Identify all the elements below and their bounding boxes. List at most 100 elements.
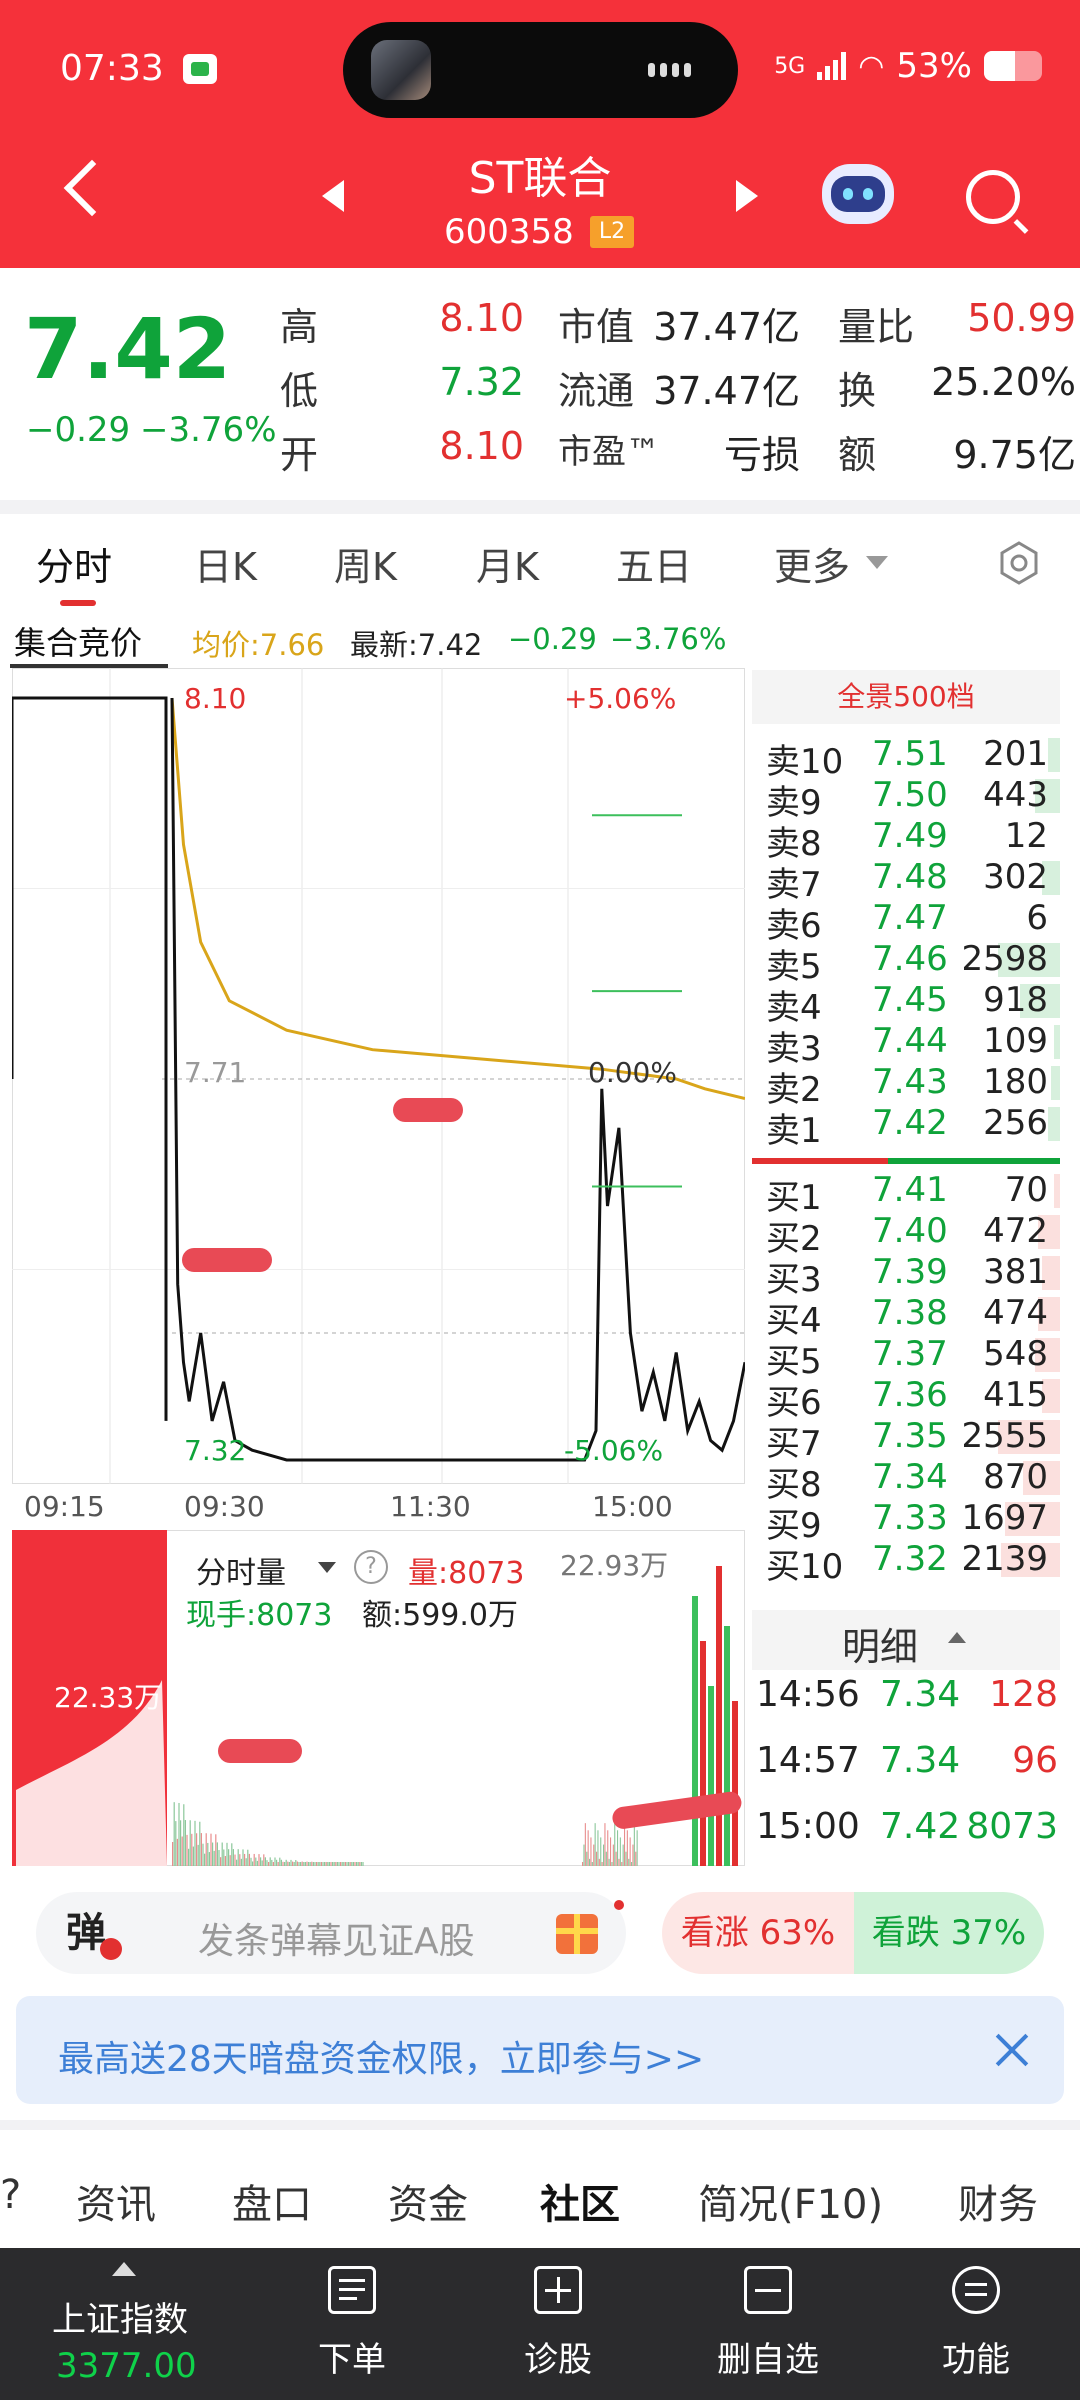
promo-banner-text[interactable]: 最高送28天暗盘资金权限，立即参与>> bbox=[58, 2030, 704, 2082]
tab-community[interactable]: 社区 bbox=[540, 2172, 620, 2230]
time-label-1130: 11:30 bbox=[390, 1490, 471, 1523]
buy-row[interactable]: 买9 7.33 1697 bbox=[752, 1498, 1060, 1546]
volume-bar bbox=[359, 1862, 361, 1866]
volume-bar bbox=[184, 1820, 186, 1866]
redaction-mark bbox=[182, 1248, 272, 1272]
volume-bar bbox=[317, 1862, 319, 1866]
tab-intraday[interactable]: 分时 bbox=[36, 536, 112, 591]
chevron-up-icon[interactable] bbox=[112, 2262, 136, 2276]
robot-assistant-icon[interactable] bbox=[822, 164, 894, 224]
diagnose-button[interactable]: 诊股 bbox=[468, 2332, 648, 2381]
tab-funds[interactable]: 资金 bbox=[388, 2172, 468, 2230]
volume-bar bbox=[316, 1862, 318, 1866]
tab-order-book[interactable]: 盘口 bbox=[232, 2172, 312, 2230]
sell-volume: 918 bbox=[983, 980, 1048, 1020]
volume-bar bbox=[199, 1821, 201, 1866]
network-type: 5G bbox=[774, 53, 806, 79]
high-label: 高 bbox=[280, 305, 319, 349]
price-change: −0.29 bbox=[26, 410, 131, 450]
sell-row[interactable]: 卖9 7.50 443 bbox=[752, 775, 1060, 823]
volume-bar bbox=[333, 1862, 335, 1866]
volume-bar bbox=[304, 1862, 306, 1866]
volume-bar bbox=[181, 1836, 183, 1866]
volume-title[interactable]: 分时量 bbox=[196, 1548, 286, 1592]
sell-row[interactable]: 卖3 7.44 109 bbox=[752, 1021, 1060, 1069]
time-label-0930: 09:30 bbox=[184, 1490, 265, 1523]
index-name[interactable]: 上证指数 bbox=[52, 2292, 188, 2341]
close-icon[interactable] bbox=[994, 2032, 1030, 2068]
help-icon[interactable]: ? bbox=[354, 1550, 388, 1584]
tab-monthly-k[interactable]: 月K bbox=[476, 536, 539, 591]
tab-finance[interactable]: 财务 bbox=[958, 2172, 1038, 2230]
vote-down-button[interactable]: 看跌 37% bbox=[854, 1892, 1044, 1974]
orderbook-title[interactable]: 全景500档 bbox=[752, 670, 1060, 724]
settings-hex-icon[interactable] bbox=[996, 540, 1042, 586]
menu-icon[interactable] bbox=[952, 2266, 1000, 2314]
sell-volume-bar bbox=[1050, 1066, 1060, 1100]
volume-bar bbox=[240, 1858, 242, 1866]
tab-profile[interactable]: 简况(F10) bbox=[698, 2172, 883, 2230]
sell-row[interactable]: 卖4 7.45 918 bbox=[752, 980, 1060, 1028]
next-stock-icon[interactable] bbox=[736, 180, 758, 212]
volume-bar bbox=[207, 1842, 209, 1866]
tab-daily-k[interactable]: 日K bbox=[194, 536, 257, 591]
prev-stock-icon[interactable] bbox=[322, 180, 344, 212]
volume-bar bbox=[311, 1861, 313, 1866]
volume-bar bbox=[344, 1862, 346, 1866]
time-label-0915: 09:15 bbox=[24, 1490, 105, 1523]
volume-bar bbox=[617, 1830, 619, 1866]
volume-bar bbox=[277, 1862, 279, 1866]
buy-row[interactable]: 买7 7.35 2555 bbox=[752, 1416, 1060, 1464]
remove-watchlist-icon[interactable] bbox=[744, 2266, 792, 2314]
gift-icon[interactable] bbox=[556, 1914, 598, 1954]
amount-label: 额 bbox=[838, 433, 877, 477]
buy-row[interactable]: 买1 7.41 70 bbox=[752, 1170, 1060, 1218]
detail-header[interactable]: 明细 bbox=[752, 1610, 1060, 1670]
sell-row[interactable]: 卖10 7.51 201 bbox=[752, 734, 1060, 782]
sell-volume: 443 bbox=[983, 775, 1048, 815]
buy-row[interactable]: 买10 7.32 2139 bbox=[752, 1539, 1060, 1587]
danmu-placeholder[interactable]: 发条弹幕见证A股 bbox=[198, 1912, 475, 1964]
buy-row[interactable]: 买5 7.37 548 bbox=[752, 1334, 1060, 1382]
danmu-check-icon bbox=[100, 1938, 122, 1960]
sell-row[interactable]: 卖7 7.48 302 bbox=[752, 857, 1060, 905]
volume-bar bbox=[314, 1862, 316, 1866]
tab-weekly-k[interactable]: 周K bbox=[334, 536, 397, 591]
buy-row[interactable]: 买3 7.39 381 bbox=[752, 1252, 1060, 1300]
volume-bar bbox=[343, 1862, 345, 1866]
redaction-mark bbox=[218, 1739, 302, 1763]
tab-news[interactable]: 资讯 bbox=[76, 2172, 156, 2230]
volume-bar bbox=[255, 1857, 257, 1866]
function-button[interactable]: 功能 bbox=[886, 2332, 1066, 2381]
tab-cutoff-left: ? bbox=[0, 2172, 22, 2218]
sell-volume: 256 bbox=[983, 1103, 1048, 1143]
volume-bar bbox=[188, 1848, 190, 1866]
tab-more[interactable]: 更多 bbox=[774, 536, 850, 591]
volume-bar bbox=[612, 1844, 614, 1866]
sell-price: 7.50 bbox=[872, 775, 948, 815]
vote-up-button[interactable]: 看涨 63% bbox=[662, 1892, 854, 1974]
diagnose-icon[interactable] bbox=[534, 2266, 582, 2314]
order-button[interactable]: 下单 bbox=[262, 2332, 442, 2381]
buy-row[interactable]: 买4 7.38 474 bbox=[752, 1293, 1060, 1341]
buy-row[interactable]: 买2 7.40 472 bbox=[752, 1211, 1060, 1259]
sell-row[interactable]: 卖6 7.47 6 bbox=[752, 898, 1060, 946]
search-icon[interactable] bbox=[966, 170, 1020, 224]
sell-volume: 201 bbox=[983, 734, 1048, 774]
buy-row[interactable]: 买8 7.34 870 bbox=[752, 1457, 1060, 1505]
volume-bar bbox=[732, 1701, 738, 1866]
sell-row[interactable]: 卖1 7.42 256 bbox=[752, 1103, 1060, 1151]
buy-volume: 2139 bbox=[961, 1539, 1048, 1579]
remove-watchlist-button[interactable]: 删自选 bbox=[678, 2332, 858, 2381]
sell-row[interactable]: 卖8 7.49 12 bbox=[752, 816, 1060, 864]
volume-bar bbox=[303, 1862, 305, 1866]
volume-bar bbox=[716, 1566, 722, 1866]
mcap-value: 37.47亿 bbox=[653, 305, 800, 349]
tab-five-day[interactable]: 五日 bbox=[616, 536, 692, 591]
sell-row[interactable]: 卖5 7.46 2598 bbox=[752, 939, 1060, 987]
auction-label[interactable]: 集合竞价 bbox=[14, 618, 142, 664]
order-icon[interactable] bbox=[328, 2266, 376, 2314]
sell-row[interactable]: 卖2 7.43 180 bbox=[752, 1062, 1060, 1110]
buy-row[interactable]: 买6 7.36 415 bbox=[752, 1375, 1060, 1423]
index-value[interactable]: 3377.00 bbox=[56, 2346, 197, 2386]
